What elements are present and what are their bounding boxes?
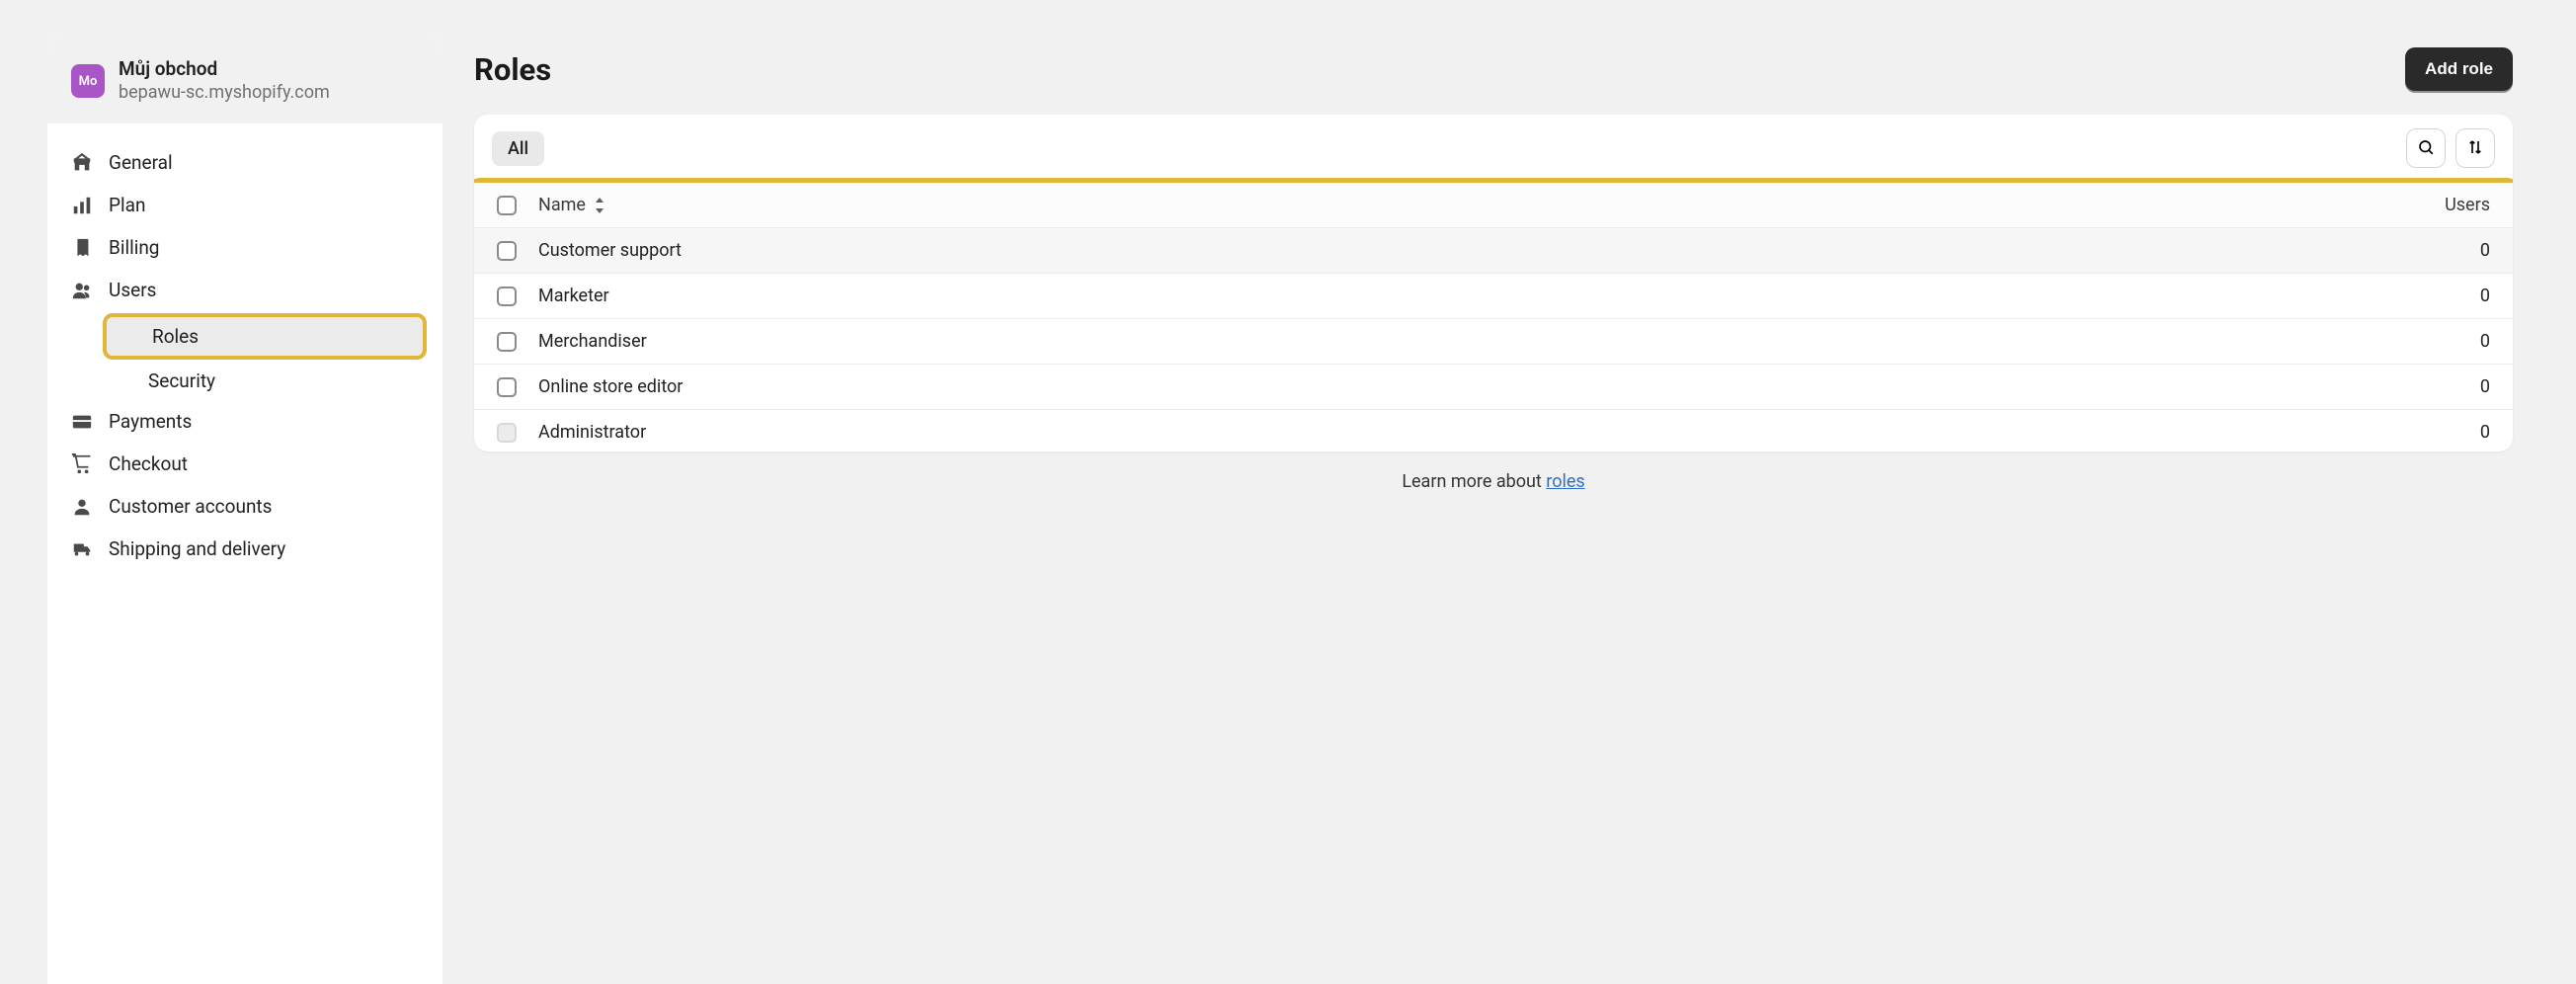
sidebar-item-roles[interactable]: Roles xyxy=(103,313,427,360)
roles-card: All xyxy=(474,115,2513,451)
main-content: Roles Add role All xyxy=(443,0,2576,984)
table-body: Customer support0Marketer0Merchandiser0O… xyxy=(474,228,2513,451)
row-checkbox[interactable] xyxy=(497,287,517,306)
add-role-button[interactable]: Add role xyxy=(2405,47,2513,91)
sidebar-item-label: Users xyxy=(109,279,156,301)
role-user-count: 0 xyxy=(2391,376,2490,397)
sidebar-item-label: General xyxy=(109,151,173,174)
sort-icon xyxy=(2466,138,2484,159)
learn-more-text: Learn more about xyxy=(1402,471,1546,492)
sidebar-item-label: Roles xyxy=(152,325,199,348)
role-user-count: 0 xyxy=(2391,286,2490,306)
learn-more-link[interactable]: roles xyxy=(1546,471,1584,492)
sidebar-item-general[interactable]: General xyxy=(47,141,443,184)
search-button[interactable] xyxy=(2406,128,2446,168)
sort-button[interactable] xyxy=(2455,128,2495,168)
row-checkbox[interactable] xyxy=(497,377,517,397)
role-name[interactable]: Marketer xyxy=(538,286,2391,306)
learn-more: Learn more about roles xyxy=(474,451,2513,512)
sidebar-item-label: Payments xyxy=(109,410,192,433)
cart-icon xyxy=(71,453,93,475)
receipt-icon xyxy=(71,237,93,259)
sidebar-item-payments[interactable]: Payments xyxy=(47,400,443,443)
row-checkbox xyxy=(497,423,517,443)
table-row[interactable]: Online store editor0 xyxy=(474,365,2513,410)
table-row[interactable]: Administrator0 xyxy=(474,410,2513,451)
sidebar-item-label: Security xyxy=(148,369,215,392)
sidebar-item-label: Customer accounts xyxy=(109,495,272,518)
settings-nav: General Plan Billing Users xyxy=(47,123,443,588)
role-user-count: 0 xyxy=(2391,240,2490,261)
role-name[interactable]: Online store editor xyxy=(538,376,2391,397)
filter-tab-all[interactable]: All xyxy=(492,131,544,166)
role-name[interactable]: Customer support xyxy=(538,240,2391,261)
payments-icon xyxy=(71,411,93,433)
store-switcher[interactable]: Mo Můj obchod bepawu-sc.myshopify.com xyxy=(47,35,443,123)
table-row[interactable]: Customer support0 xyxy=(474,228,2513,274)
settings-sidebar: Mo Můj obchod bepawu-sc.myshopify.com Ge… xyxy=(47,35,443,984)
store-domain: bepawu-sc.myshopify.com xyxy=(119,81,330,104)
column-header-label: Name xyxy=(538,195,586,215)
storefront-icon xyxy=(71,152,93,174)
row-checkbox[interactable] xyxy=(497,241,517,261)
sidebar-item-label: Shipping and delivery xyxy=(109,537,285,560)
users-icon xyxy=(71,280,93,301)
sidebar-item-billing[interactable]: Billing xyxy=(47,226,443,269)
store-name: Můj obchod xyxy=(119,58,330,81)
sort-indicator-icon xyxy=(594,198,605,213)
column-header-name[interactable]: Name xyxy=(538,195,2391,215)
sidebar-item-label: Checkout xyxy=(109,452,188,475)
role-name[interactable]: Merchandiser xyxy=(538,331,2391,352)
table-header: Name Users xyxy=(474,183,2513,228)
select-all-checkbox[interactable] xyxy=(497,196,517,215)
role-name[interactable]: Administrator xyxy=(538,422,2391,443)
sidebar-item-customer-accounts[interactable]: Customer accounts xyxy=(47,485,443,528)
sidebar-item-security[interactable]: Security xyxy=(87,362,443,400)
sidebar-item-plan[interactable]: Plan xyxy=(47,184,443,226)
page-title: Roles xyxy=(474,51,551,88)
table-row[interactable]: Marketer0 xyxy=(474,274,2513,319)
role-user-count: 0 xyxy=(2391,422,2490,443)
row-checkbox[interactable] xyxy=(497,332,517,352)
chart-bar-icon xyxy=(71,195,93,216)
sidebar-item-users[interactable]: Users xyxy=(47,269,443,311)
store-avatar: Mo xyxy=(71,64,105,98)
roles-table-highlight: Name Users Customer support0Marketer0Mer… xyxy=(474,178,2513,451)
sidebar-item-shipping[interactable]: Shipping and delivery xyxy=(47,528,443,570)
column-header-users[interactable]: Users xyxy=(2391,195,2490,215)
sidebar-item-checkout[interactable]: Checkout xyxy=(47,443,443,485)
sidebar-item-label: Billing xyxy=(109,236,159,259)
role-user-count: 0 xyxy=(2391,331,2490,352)
truck-icon xyxy=(71,538,93,560)
sidebar-item-label: Plan xyxy=(109,194,145,216)
table-row[interactable]: Merchandiser0 xyxy=(474,319,2513,365)
search-icon xyxy=(2417,138,2435,159)
person-icon xyxy=(71,496,93,518)
